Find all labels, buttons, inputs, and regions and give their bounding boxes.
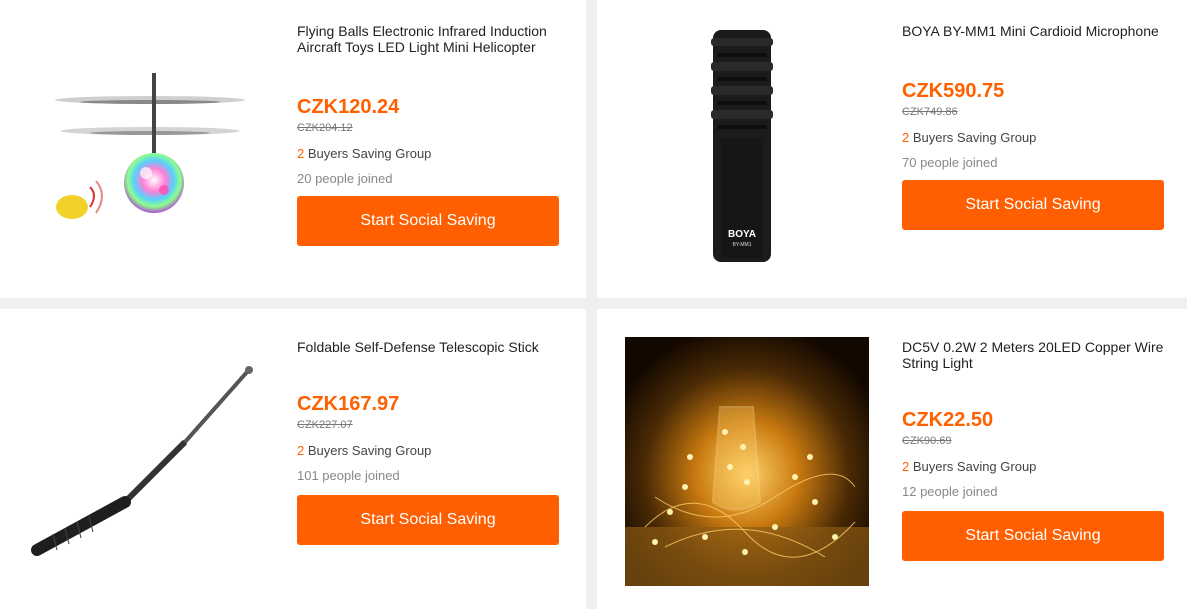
product-card: Foldable Self-Defense Telescopic Stick C… xyxy=(0,309,586,609)
product-card: Flying Balls Electronic Infrared Inducti… xyxy=(0,0,586,298)
product-old-price: CZK90.69 xyxy=(902,435,952,447)
product-info: DC5V 0.2W 2 Meters 20LED Copper Wire Str… xyxy=(902,339,1172,499)
product-title[interactable]: Flying Balls Electronic Infrared Inducti… xyxy=(297,23,567,55)
group-label: Buyers Saving Group xyxy=(304,146,432,161)
product-info: Flying Balls Electronic Infrared Inducti… xyxy=(297,23,567,186)
buyers-group-text: 2 Buyers Saving Group xyxy=(297,146,567,161)
string-light-image[interactable] xyxy=(625,337,869,586)
product-price: CZK167.97 xyxy=(297,393,400,415)
buyers-group-text: 2 Buyers Saving Group xyxy=(902,459,1172,474)
product-info: Foldable Self-Defense Telescopic Stick C… xyxy=(297,339,567,483)
buyers-group-text: 2 Buyers Saving Group xyxy=(297,443,567,458)
product-old-price: CZK204.12 xyxy=(297,122,353,134)
product-price: CZK120.24 xyxy=(297,96,400,118)
product-old-price: CZK227.07 xyxy=(297,419,353,431)
group-label: Buyers Saving Group xyxy=(909,130,1037,145)
people-joined: 12 people joined xyxy=(902,484,998,499)
people-joined: 70 people joined xyxy=(902,155,998,170)
people-joined: 101 people joined xyxy=(297,468,400,483)
microphone-model-label: BY-MM1 xyxy=(733,242,752,248)
product-title[interactable]: DC5V 0.2W 2 Meters 20LED Copper Wire Str… xyxy=(902,339,1172,371)
product-old-price: CZK749.86 xyxy=(902,106,958,118)
start-social-saving-button[interactable]: Start Social Saving xyxy=(297,196,559,246)
group-label: Buyers Saving Group xyxy=(304,443,432,458)
product-title[interactable]: BOYA BY-MM1 Mini Cardioid Microphone xyxy=(902,23,1172,39)
start-social-saving-button[interactable]: Start Social Saving xyxy=(297,495,559,545)
product-price: CZK590.75 xyxy=(902,80,1005,102)
buyers-group-text: 2 Buyers Saving Group xyxy=(902,130,1172,145)
product-title[interactable]: Foldable Self-Defense Telescopic Stick xyxy=(297,339,567,355)
telescopic-stick-image[interactable] xyxy=(25,364,265,564)
microphone-image[interactable]: BOYA BY-MM1 xyxy=(707,28,777,270)
start-social-saving-button[interactable]: Start Social Saving xyxy=(902,180,1164,230)
product-price: CZK22.50 xyxy=(902,409,994,431)
product-card: DC5V 0.2W 2 Meters 20LED Copper Wire Str… xyxy=(597,309,1187,609)
product-info: BOYA BY-MM1 Mini Cardioid Microphone CZK… xyxy=(902,23,1172,170)
product-card: BOYA BY-MM1 BOYA BY-MM1 Mini Cardioid Mi… xyxy=(597,0,1187,298)
group-label: Buyers Saving Group xyxy=(909,459,1037,474)
product-grid: Flying Balls Electronic Infrared Inducti… xyxy=(0,0,1187,609)
microphone-brand-label: BOYA xyxy=(728,229,756,240)
people-joined: 20 people joined xyxy=(297,171,393,186)
start-social-saving-button[interactable]: Start Social Saving xyxy=(902,511,1164,561)
flying-ball-helicopter-image[interactable] xyxy=(50,65,250,230)
